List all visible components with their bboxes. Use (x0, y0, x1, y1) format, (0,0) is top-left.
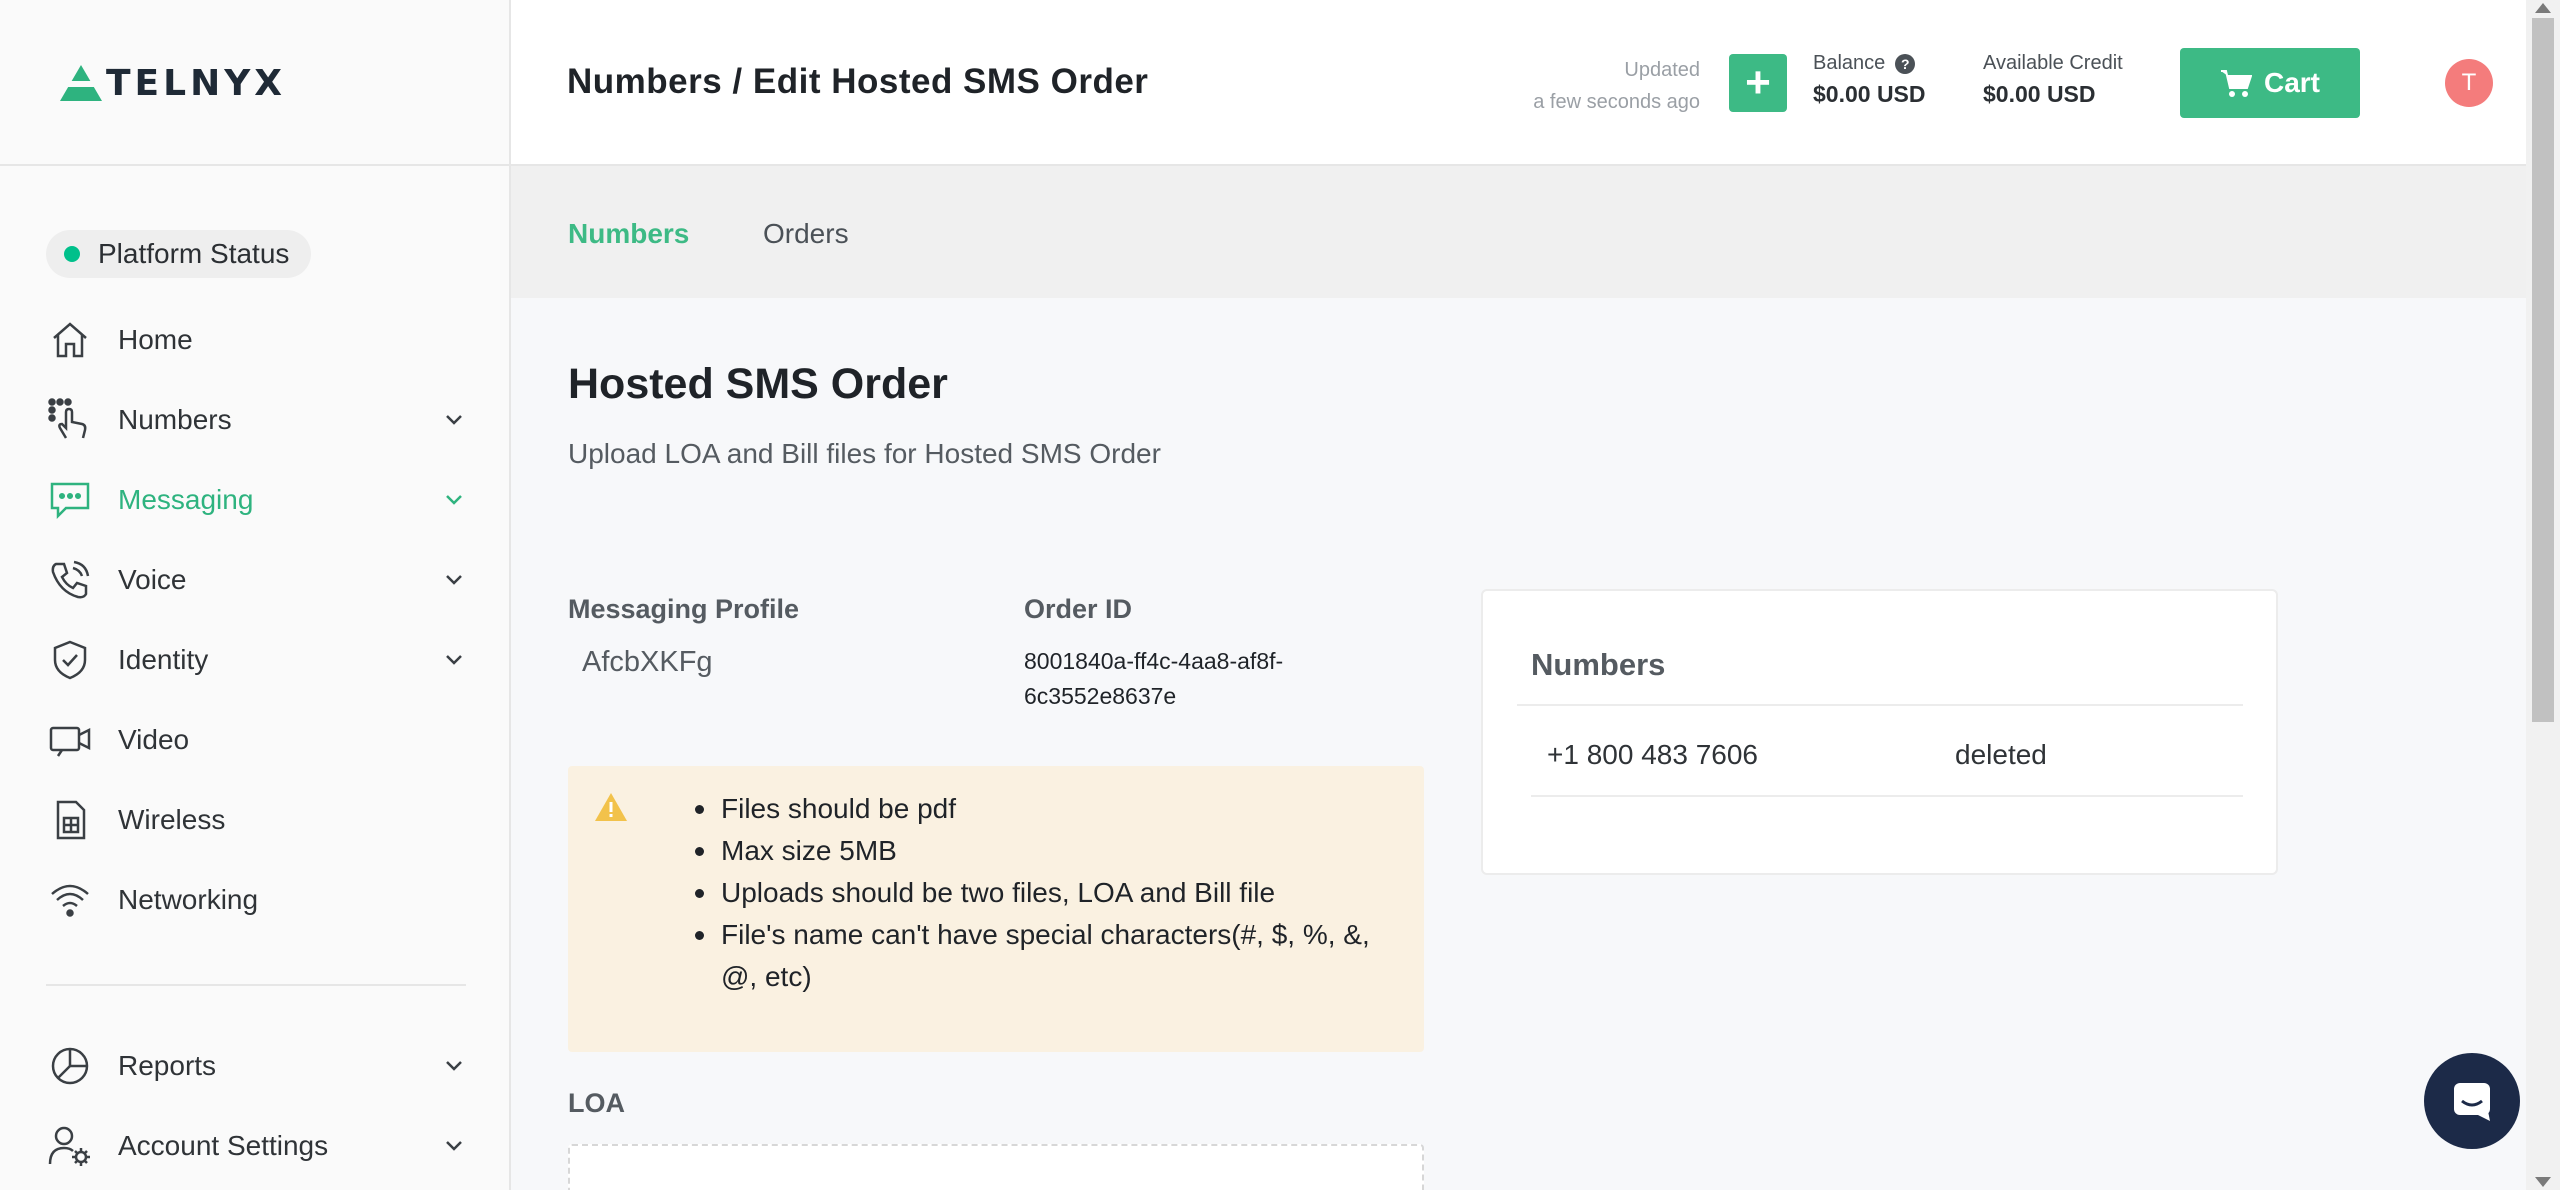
chevron-down-icon (446, 1061, 462, 1071)
list-item: File's name can't have special character… (695, 914, 1401, 998)
balance-value: $0.00 USD (1813, 81, 1926, 107)
logo-text: TELNYX (106, 62, 287, 104)
credit-value: $0.00 USD (1983, 81, 2096, 107)
loa-upload-dropzone[interactable] (568, 1144, 1424, 1190)
support-chat-button[interactable] (2424, 1053, 2520, 1149)
balance-label: Balance (1813, 52, 1886, 74)
cart-button[interactable]: Cart (2180, 48, 2360, 118)
shield-check-icon (46, 636, 94, 684)
tab-orders[interactable]: Orders (763, 218, 849, 250)
telnyx-logo[interactable]: TELNYX (58, 60, 286, 106)
sidebar-item-label: Voice (118, 564, 187, 595)
credit-label: Available Credit (1983, 52, 2123, 74)
updated-label: Updated (1624, 59, 1700, 81)
phone-icon (46, 556, 94, 604)
chevron-down-icon (446, 655, 462, 665)
sidebar-item-wireless[interactable]: Wireless (46, 780, 466, 860)
sidebar-item-video[interactable]: Video (46, 700, 466, 780)
table-row: +1 800 483 7606 deleted (1531, 739, 2243, 797)
telnyx-logo-icon (58, 65, 104, 101)
chevron-down-icon (446, 415, 462, 425)
sidebar-item-label: Video (118, 724, 190, 755)
card-divider (1517, 704, 2243, 706)
help-icon[interactable]: ? (1895, 53, 1916, 74)
home-icon (46, 316, 94, 364)
phone-number: +1 800 483 7606 (1547, 739, 1758, 770)
sub-navigation: Numbers Orders (511, 166, 2526, 298)
sidebar-item-voice[interactable]: Voice (46, 540, 466, 620)
credit-block: Available Credit $0.00 USD (1983, 52, 2123, 108)
sidebar-item-account-settings[interactable]: Account Settings (46, 1106, 466, 1186)
wifi-icon (46, 876, 94, 924)
messaging-profile-value: AfcbXKFg (582, 646, 713, 678)
order-subtitle: Upload LOA and Bill files for Hosted SMS… (568, 438, 1161, 469)
sidebar-nav: Home Numbers Messaging Voice Identity Vi… (46, 300, 466, 1186)
sidebar-divider-top (0, 164, 511, 166)
balance-block: Balance ? $0.00 USD (1813, 52, 1926, 108)
cart-label: Cart (2263, 67, 2320, 98)
status-dot-icon (64, 246, 80, 262)
chevron-down-icon (446, 495, 462, 505)
sidebar-item-reports[interactable]: Reports (46, 1026, 466, 1106)
add-funds-button[interactable]: + (1729, 54, 1787, 112)
sidebar-item-messaging[interactable]: Messaging (46, 460, 466, 540)
tab-numbers[interactable]: Numbers (568, 218, 689, 250)
list-item: Files should be pdf (695, 788, 1401, 830)
sidebar-item-label: Networking (118, 884, 259, 915)
loa-label: LOA (568, 1088, 625, 1118)
scroll-thumb[interactable] (2532, 18, 2554, 722)
pie-chart-icon (46, 1042, 94, 1090)
sidebar-item-numbers[interactable]: Numbers (46, 380, 466, 460)
updated-time: a few seconds ago (1533, 91, 1700, 113)
numbers-card-title: Numbers (1531, 647, 1666, 682)
order-title: Hosted SMS Order (568, 360, 948, 408)
sidebar-item-label: Identity (118, 644, 209, 675)
order-id-label: Order ID (1024, 594, 1133, 624)
chevron-down-icon (446, 1141, 462, 1151)
cart-icon (2220, 70, 2252, 97)
user-gear-icon (46, 1122, 94, 1170)
scroll-up-arrow-icon[interactable] (2535, 3, 2551, 13)
video-icon (46, 716, 94, 764)
messaging-profile-label: Messaging Profile (568, 594, 800, 624)
requirements-list: Files should be pdf Max size 5MB Uploads… (695, 788, 1401, 998)
list-item: Max size 5MB (695, 830, 1401, 872)
warning-icon (595, 793, 627, 821)
scroll-down-arrow-icon[interactable] (2535, 1177, 2551, 1187)
sidebar-divider (46, 984, 466, 986)
numbers-card: Numbers +1 800 483 7606 deleted (1481, 589, 2278, 875)
top-header: Numbers / Edit Hosted SMS Order Updated … (511, 0, 2526, 166)
sidebar-item-networking[interactable]: Networking (46, 860, 466, 940)
sidebar-item-label: Home (118, 324, 193, 355)
message-icon (46, 476, 94, 524)
chat-icon (2454, 1083, 2490, 1121)
upload-requirements-alert: Files should be pdf Max size 5MB Uploads… (568, 766, 1424, 1052)
sidebar-item-label: Reports (118, 1050, 217, 1081)
sim-card-icon (46, 796, 94, 844)
chevron-down-icon (446, 575, 462, 585)
page-title: Numbers / Edit Hosted SMS Order (567, 62, 1149, 101)
sidebar: TELNYX Platform Status Home Numbers Mess… (0, 0, 511, 1190)
sidebar-item-label: Account Settings (118, 1130, 329, 1161)
number-status: deleted (1955, 739, 2047, 770)
sidebar-item-identity[interactable]: Identity (46, 620, 466, 700)
updated-status: Updated a few seconds ago (1533, 54, 1700, 118)
sidebar-item-label: Numbers (118, 404, 232, 435)
dialpad-touch-icon (46, 396, 94, 444)
platform-status-label: Platform Status (98, 238, 290, 269)
page-scrollbar[interactable] (2526, 0, 2560, 1190)
order-id-value: 8001840a-ff4c-4aa8-af8f-6c3552e8637e (1024, 648, 1284, 709)
list-item: Uploads should be two files, LOA and Bil… (695, 872, 1401, 914)
sidebar-item-label: Messaging (118, 484, 254, 515)
user-avatar[interactable]: T (2445, 59, 2493, 107)
sidebar-item-home[interactable]: Home (46, 300, 466, 380)
sidebar-item-label: Wireless (118, 804, 226, 835)
platform-status-button[interactable]: Platform Status (46, 230, 312, 278)
